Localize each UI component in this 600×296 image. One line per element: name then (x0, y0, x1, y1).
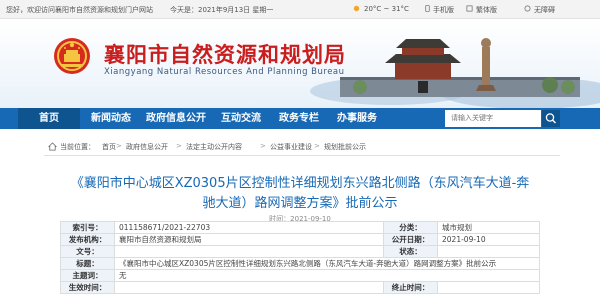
search-icon (545, 113, 556, 124)
breadcrumb-planning-notice[interactable]: 规划批前公示 (324, 142, 366, 152)
top-bar: 您好，欢迎访问襄阳市自然资源和规划门户网站 今天是：2021年9月13日 星期一… (0, 0, 600, 19)
doc-number-value (114, 245, 384, 258)
date-text: 今天是：2021年9月13日 星期一 (170, 6, 274, 14)
breadcrumb-sep: > (116, 142, 122, 150)
site-header: 襄阳市自然资源和规划局 Xiangyang Natural Resources … (0, 19, 600, 108)
nav-gov-column[interactable]: 政务专栏 (270, 108, 328, 129)
topic-value: 无 (114, 269, 540, 282)
open-date-label: 公开日期： (383, 233, 438, 246)
title-value: 《襄阳市中心城区XZ0305片区控制性详细规划东兴路北侧路（东风汽车大道-奔驰大… (114, 257, 540, 270)
title-label: 标题： (60, 257, 115, 270)
weather-text: 20°C ~ 31°C (364, 5, 409, 13)
table-row: 文号： 状态： (60, 245, 540, 258)
effective-label: 生效时间： (60, 281, 115, 294)
main-nav: 首页 新闻动态 政府信息公开 互动交流 政务专栏 办事服务 (0, 108, 600, 129)
mobile-link[interactable]: 手机版 (433, 5, 454, 15)
table-row: 发布机构： 襄阳市自然资源和规划局 公开日期： 2021-09-10 (60, 233, 540, 246)
category-value: 城市规划 (437, 221, 540, 234)
article-title: 《襄阳市中心城区XZ0305片区控制性详细规划东兴路北侧路（东风汽车大道-奔驰大… (70, 176, 530, 211)
table-row: 索引号： 011158671/2021-22703 分类： 城市规划 (60, 221, 540, 234)
issuer-value: 襄阳市自然资源和规划局 (114, 233, 384, 246)
home-icon (48, 142, 57, 151)
expire-label: 终止时间： (383, 281, 438, 294)
sun-icon (353, 5, 360, 12)
table-row: 主题词： 无 (60, 269, 540, 282)
issuer-label: 发布机构： (60, 233, 115, 246)
nav-news[interactable]: 新闻动态 (82, 108, 140, 129)
breadcrumb-sep: > (314, 142, 320, 150)
accessibility-icon (524, 5, 531, 12)
breadcrumb-prefix: 当前位置： (60, 143, 95, 151)
expire-value (437, 281, 540, 294)
status-value (437, 245, 540, 258)
index-value: 011158671/2021-22703 (114, 221, 384, 234)
effective-value (114, 281, 384, 294)
nav-gov-info[interactable]: 政府信息公开 (140, 108, 212, 129)
info-table: 索引号： 011158671/2021-22703 分类： 城市规划 发布机构：… (60, 221, 540, 294)
search-button[interactable] (542, 110, 560, 127)
welcome-text: 您好，欢迎访问襄阳市自然资源和规划门户网站 (6, 6, 153, 14)
accessibility-link[interactable]: 无障碍 (534, 5, 555, 15)
traditional-link[interactable]: 繁体版 (476, 5, 497, 15)
table-row: 标题： 《襄阳市中心城区XZ0305片区控制性详细规划东兴路北侧路（东风汽车大道… (60, 257, 540, 270)
national-emblem-icon (54, 38, 90, 74)
category-label: 分类： (383, 221, 438, 234)
table-row: 生效时间： 终止时间： (60, 281, 540, 294)
city-gate-tower-image (310, 38, 600, 108)
nav-home[interactable]: 首页 (18, 108, 80, 129)
index-label: 索引号： (60, 221, 115, 234)
status-label: 状态： (383, 245, 438, 258)
breadcrumb-sep: > (260, 142, 266, 150)
search-input[interactable] (445, 110, 541, 127)
breadcrumb-sep: > (176, 142, 182, 150)
breadcrumb-gov-info[interactable]: 政府信息公开 (126, 142, 168, 152)
doc-number-label: 文号： (60, 245, 115, 258)
breadcrumb-home[interactable]: 首页 (102, 142, 116, 152)
breadcrumb: 当前位置： 首页 > 政府信息公开 > 法定主动公开内容 > 公益事业建设 > … (44, 139, 560, 156)
breadcrumb-public-welfare[interactable]: 公益事业建设 (270, 142, 312, 152)
mobile-icon (425, 5, 430, 12)
nav-services[interactable]: 办事服务 (328, 108, 386, 129)
open-date-value: 2021-09-10 (437, 233, 540, 246)
nav-interaction[interactable]: 互动交流 (212, 108, 270, 129)
breadcrumb-statutory[interactable]: 法定主动公开内容 (186, 142, 242, 152)
traditional-icon (466, 5, 473, 12)
topic-label: 主题词： (60, 269, 115, 282)
